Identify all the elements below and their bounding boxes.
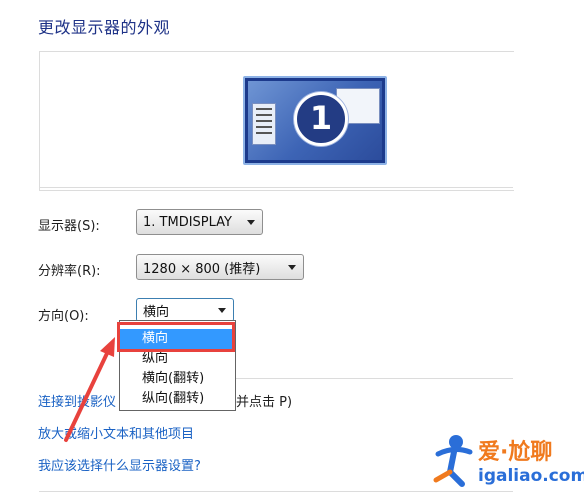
display-settings-help-link[interactable]: 我应该选择什么显示器设置? [38,455,201,474]
monitor-screen: 1 [248,81,382,160]
annotation-highlight-box [117,322,235,352]
chevron-down-icon [288,264,296,270]
monitor-1-thumbnail[interactable]: 1 [243,76,387,165]
watermark-url: igaliao.com [478,466,584,486]
watermark: 爱·尬聊 igaliao.com [432,430,584,492]
annotation-arrow-icon [64,337,115,442]
divider [236,378,513,379]
orientation-select[interactable]: 横向 [136,298,234,322]
projector-hint-suffix: 并点击 P) [236,395,293,410]
orientation-option-landscape-flipped[interactable]: 横向(翻转) [120,369,235,389]
chevron-down-icon [247,219,255,225]
resolution-select[interactable]: 1280 × 800 (推荐) [136,254,304,280]
orientation-label: 方向(O): [38,309,89,324]
display-select-value: 1. TMDISPLAY [143,214,232,230]
display-select[interactable]: 1. TMDISPLAY [136,209,263,235]
orientation-select-value: 横向 [143,304,170,320]
display-label: 显示器(S): [38,219,100,234]
divider [39,187,513,188]
watermark-brand: 爱·尬聊 [478,440,553,465]
monitor-number-badge: 1 [294,92,348,146]
mini-window-icon [252,103,276,145]
page-title: 更改显示器的外观 [38,18,171,37]
resolution-select-value: 1280 × 800 (推荐) [143,261,261,277]
orientation-option-portrait[interactable]: 纵向 [120,349,235,369]
orientation-option-portrait-flipped[interactable]: 纵向(翻转) [120,389,235,409]
watermark-logo-icon [433,435,473,487]
chevron-down-icon [218,307,226,313]
resolution-label: 分辨率(R): [38,264,101,279]
